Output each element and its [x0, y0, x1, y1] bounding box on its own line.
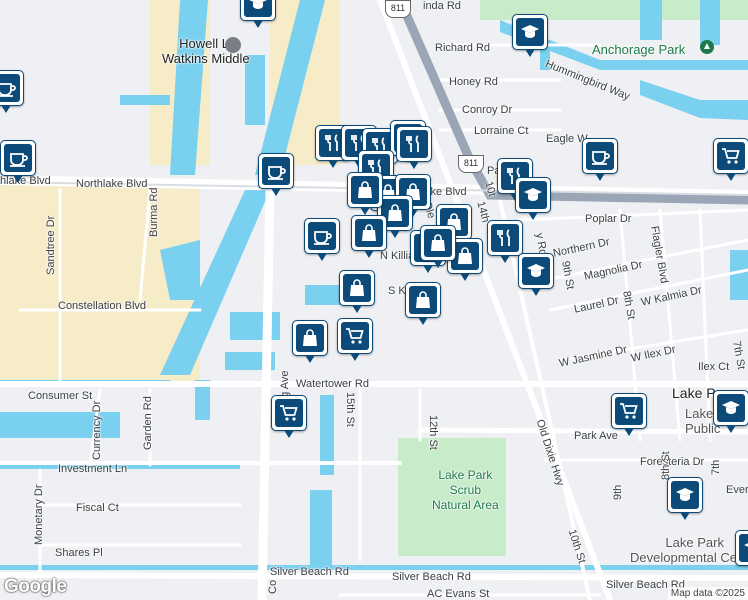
coffee-icon	[0, 83, 16, 97]
street-label-watertower: Watertower Rd	[296, 378, 369, 390]
street-label-7th-south: 7th	[710, 459, 722, 475]
school-poi-icon	[225, 37, 241, 53]
street-label-park-ave: Park Ave	[574, 430, 618, 442]
street-label-lorraine: Lorraine Ct	[474, 125, 529, 137]
cart-marker[interactable]	[271, 395, 307, 438]
street-label-northlake-w: hlake Blvd	[0, 175, 51, 187]
school-icon	[676, 488, 694, 501]
bag-icon	[358, 181, 372, 198]
place-label-lake-park: Lake P	[672, 385, 716, 401]
street-label-shares: Shares Pl	[55, 547, 103, 559]
street-label-garden: Garden Rd	[142, 396, 154, 450]
street-label-consumer: Consumer St	[28, 390, 93, 402]
restaurant-marker[interactable]	[487, 220, 523, 263]
street-label-fiscal: Fiscal Ct	[76, 502, 119, 514]
school-marker[interactable]	[735, 530, 748, 566]
street-label-sandtree: Sandtree Dr	[45, 215, 57, 275]
bag-icon	[350, 279, 364, 296]
bag-marker[interactable]	[405, 282, 441, 325]
coffee-marker[interactable]	[304, 218, 340, 261]
school-marker[interactable]	[240, 0, 276, 28]
cart-icon	[280, 405, 298, 421]
coffee-icon	[10, 153, 28, 167]
school-marker[interactable]	[518, 253, 554, 296]
school-icon	[249, 0, 267, 9]
street-label-15th: 15th St	[344, 392, 356, 427]
bag-icon	[303, 329, 317, 346]
street-label-currency: Currency Dr	[91, 400, 103, 460]
street-label-12th: 12th St	[427, 415, 439, 450]
bag-icon	[416, 291, 430, 308]
street-label-foresteria: Foresteria Dr	[640, 456, 705, 468]
school-icon	[521, 25, 539, 38]
coffee-marker[interactable]	[258, 153, 294, 196]
street-label-inda: inda Rd	[423, 0, 461, 12]
school-icon	[527, 264, 545, 277]
coffee-marker[interactable]	[0, 140, 36, 183]
cart-icon	[620, 403, 638, 419]
street-label-monetary: Monetary Dr	[33, 484, 45, 545]
bag-marker[interactable]	[347, 172, 383, 215]
school-marker[interactable]	[515, 177, 551, 220]
street-label-silver-w: Silver Beach Rd	[270, 566, 349, 578]
restaurant-icon	[497, 229, 510, 246]
map-attribution[interactable]: Map data ©2025	[667, 587, 748, 600]
cart-marker[interactable]	[337, 318, 373, 361]
school-marker[interactable]	[512, 14, 548, 57]
coffee-marker[interactable]	[0, 70, 24, 113]
street-label-richard: Richard Rd	[435, 42, 491, 54]
street-label-9th-south: 9th	[612, 484, 624, 500]
bag-marker[interactable]	[292, 320, 328, 363]
coffee-icon	[268, 166, 286, 180]
coffee-icon	[592, 151, 610, 165]
bag-marker[interactable]	[351, 215, 387, 258]
place-label-scrub-natural-area: Lake Park Scrub Natural Area	[432, 468, 499, 512]
restaurant-marker[interactable]	[396, 126, 432, 169]
restaurant-icon	[406, 135, 419, 152]
cart-marker[interactable]	[713, 138, 748, 181]
street-label-northlake-c: Northlake Blvd	[76, 178, 148, 190]
bag-marker[interactable]	[339, 270, 375, 313]
street-label-ac-evans: AC Evans St	[427, 588, 490, 600]
school-marker[interactable]	[713, 390, 748, 433]
place-label-developmental-center: Lake Park Developmental Center	[630, 535, 748, 565]
map-canvas[interactable]: 811 811 Richard Rd Honey Rd Conroy Dr Lo…	[0, 0, 748, 600]
bag-icon	[388, 204, 402, 221]
street-label-conroy: Conroy Dr	[462, 104, 513, 116]
cart-icon	[346, 328, 364, 344]
street-label-burma: Burma Rd	[148, 187, 160, 237]
school-icon	[722, 401, 740, 414]
street-label-evers: Ever	[726, 484, 748, 496]
street-label-honey: Honey Rd	[449, 76, 498, 88]
bag-icon	[431, 234, 445, 251]
street-label-8th-south: 8th St	[660, 451, 672, 480]
street-label-poplar: Poplar Dr	[585, 213, 632, 225]
bag-icon	[362, 224, 376, 241]
restaurant-icon	[325, 134, 338, 151]
street-label-ilex-ct: Ilex Ct	[698, 361, 730, 373]
street-label-silver-c: Silver Beach Rd	[392, 571, 471, 583]
coffee-icon	[314, 231, 332, 245]
school-marker[interactable]	[667, 477, 703, 520]
park-icon: ▲	[700, 40, 714, 54]
school-icon	[744, 543, 748, 547]
bag-marker[interactable]	[420, 225, 456, 268]
route-811-shield-top: 811	[385, 0, 411, 18]
google-logo: Google	[4, 576, 67, 597]
cart-icon	[722, 148, 740, 164]
place-label-anchorage-park: Anchorage Park	[592, 42, 686, 57]
street-label-investment: Investment Ln	[58, 463, 128, 475]
route-811-shield: 811	[458, 155, 484, 173]
street-label-cong-south: Co	[267, 579, 279, 594]
street-label-s-k: S K	[388, 285, 406, 297]
coffee-marker[interactable]	[582, 138, 618, 181]
cart-marker[interactable]	[611, 393, 647, 436]
school-icon	[524, 188, 542, 201]
street-label-constellation: Constellation Blvd	[58, 300, 147, 312]
bag-icon	[458, 247, 472, 264]
